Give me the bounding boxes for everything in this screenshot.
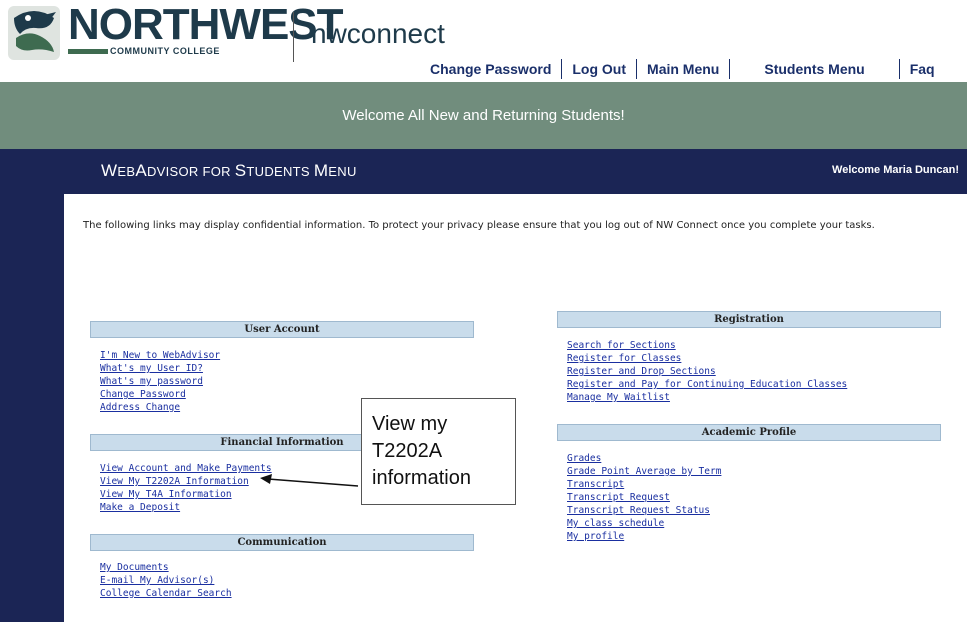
logo-subtitle: COMMUNITY COLLEGE [110,46,220,56]
link-t2202a[interactable]: View My T2202A Information [100,475,272,488]
logo-main-text: NORTHWEST [68,0,344,49]
welcome-banner: Welcome All New and Returning Students! [0,82,967,149]
link-manage-waitlist[interactable]: Manage My Waitlist [567,391,847,404]
link-gpa-by-term[interactable]: Grade Point Average by Term [567,465,721,478]
nav-faq[interactable]: Faq [900,59,945,79]
annotation-callout: View my T2202A information [361,398,516,505]
registration-links: Search for Sections Register for Classes… [567,339,847,404]
section-header-academic: Academic Profile [557,424,941,441]
link-register-drop[interactable]: Register and Drop Sections [567,365,847,378]
link-grades[interactable]: Grades [567,452,721,465]
communication-links: My Documents E-mail My Advisor(s) Colleg… [100,561,232,600]
logo-accent-bar [68,49,108,54]
link-t4a[interactable]: View My T4A Information [100,488,272,501]
section-header-user-account: User Account [90,321,474,338]
callout-line: information [372,467,471,489]
link-my-profile[interactable]: My profile [567,530,721,543]
link-class-schedule[interactable]: My class schedule [567,517,721,530]
title-part: DVISOR FOR [146,164,235,179]
site-header: NORTHWEST COMMUNITY COLLEGE nwconnect Ch… [0,0,967,79]
link-register-classes[interactable]: Register for Classes [567,352,847,365]
academic-links: Grades Grade Point Average by Term Trans… [567,452,721,543]
raven-crest-icon [8,6,60,60]
nav-main-menu[interactable]: Main Menu [637,59,731,79]
link-my-documents[interactable]: My Documents [100,561,232,574]
link-new-to-webadvisor[interactable]: I'm New to WebAdvisor [100,349,220,362]
title-part: TUDENTS [246,164,314,179]
welcome-user: Welcome Maria Duncan! [832,164,959,176]
link-search-sections[interactable]: Search for Sections [567,339,847,352]
link-make-deposit[interactable]: Make a Deposit [100,501,272,514]
link-transcript-status[interactable]: Transcript Request Status [567,504,721,517]
nav-change-password[interactable]: Change Password [420,59,563,79]
title-part: A [135,161,147,180]
title-part: EB [117,164,136,179]
link-address-change[interactable]: Address Change [100,401,220,414]
annotation-arrow-icon [260,474,359,487]
title-part: W [101,161,118,180]
app-name: nwconnect [311,18,445,49]
financial-links: View Account and Make Payments View My T… [100,462,272,514]
link-change-password[interactable]: Change Password [100,388,220,401]
link-password[interactable]: What's my password [100,375,220,388]
callout-line: T2202A [372,440,443,462]
link-user-id[interactable]: What's my User ID? [100,362,220,375]
nav-students-menu[interactable]: Students Menu [730,59,900,79]
nav-log-out[interactable]: Log Out [562,59,638,79]
top-nav: Change Password Log Out Main Menu Studen… [420,57,967,81]
section-header-communication: Communication [90,534,474,551]
user-account-links: I'm New to WebAdvisor What's my User ID?… [100,349,220,414]
link-email-advisor[interactable]: E-mail My Advisor(s) [100,574,232,587]
link-register-pay-ce[interactable]: Register and Pay for Continuing Educatio… [567,378,847,391]
logo-wordmark[interactable]: NORTHWEST [68,0,344,49]
title-part: M [313,161,329,180]
link-transcript-request[interactable]: Transcript Request [567,491,721,504]
page-title: WEBADVISOR FOR STUDENTS MENU [101,161,357,181]
link-calendar-search[interactable]: College Calendar Search [100,587,232,600]
link-view-account[interactable]: View Account and Make Payments [100,462,272,475]
header-divider [293,12,294,62]
callout-line: View my [372,413,448,435]
section-header-registration: Registration [557,311,941,328]
link-transcript[interactable]: Transcript [567,478,721,491]
privacy-notice: The following links may display confiden… [83,220,875,231]
title-part: ENU [328,164,357,179]
title-part: S [234,161,247,180]
